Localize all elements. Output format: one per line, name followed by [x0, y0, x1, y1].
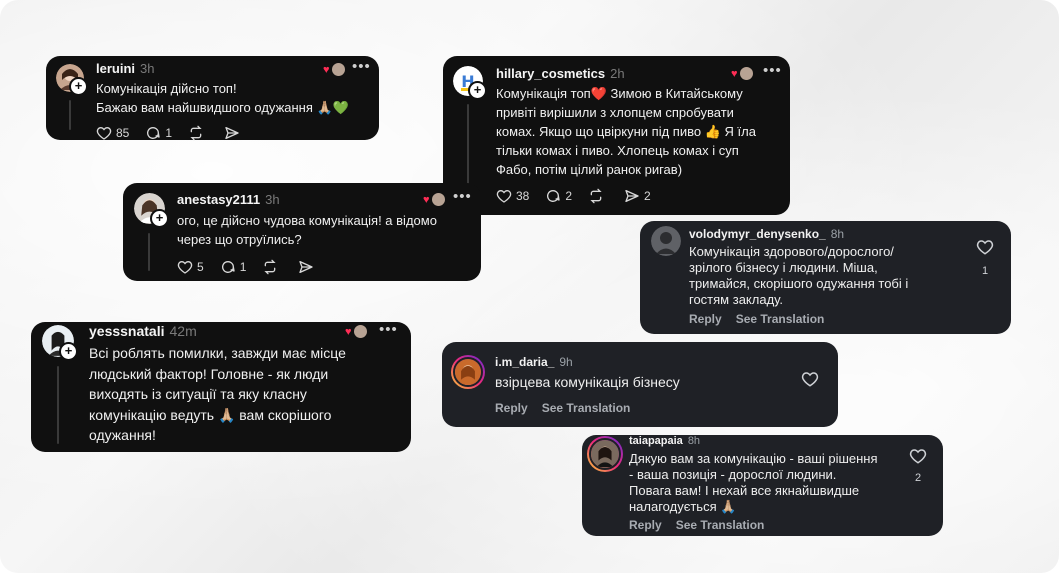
username[interactable]: taiapapaia 8h [629, 435, 700, 447]
avatar[interactable] [451, 355, 485, 389]
share-icon [625, 190, 639, 202]
avatar[interactable]: + [56, 64, 88, 96]
see-translation-link[interactable]: See Translation [542, 401, 631, 415]
share-button[interactable] [224, 125, 244, 141]
thread-card-anestasy2111: + anestasy2111 3h ♥ ••• ого, це дійсно чу… [123, 183, 481, 281]
comment-icon [221, 261, 235, 273]
repost-icon [190, 125, 202, 141]
heart-icon[interactable] [909, 447, 927, 465]
liked-by-avatars: ♥ [731, 66, 755, 81]
more-icon[interactable]: ••• [453, 189, 472, 204]
avatar[interactable]: + [42, 325, 78, 361]
like-button[interactable]: 85 [96, 125, 129, 141]
action-bar: 5 1 [177, 259, 334, 275]
like-button[interactable]: 5 [177, 259, 204, 275]
ig-comment-taiapapaia: taiapapaia 8h Дякую вам за комунікацію - … [582, 435, 943, 536]
plus-icon[interactable]: + [468, 81, 487, 100]
comment-icon [147, 127, 161, 139]
thread-card-hillary-cosmetics: H + hillary_cosmetics 2h ♥ ••• Комунікаці… [443, 56, 790, 215]
heart-icon [496, 189, 512, 203]
heart-icon[interactable] [976, 238, 994, 256]
plus-icon[interactable]: + [69, 77, 88, 96]
post-time: 42m [169, 323, 197, 339]
post-text: Комунікація топ❤️ Зимою в Китайському при… [496, 86, 756, 177]
thread-card-yesssnatali: + yesssnatali 42m ♥ ••• Всі роблять помил… [31, 322, 411, 452]
comment-time: 9h [559, 355, 573, 369]
ig-comment-volodymyr-denysenko: volodymyr_denysenko_ 8h Комунікація здоро… [640, 221, 1011, 334]
reply-link[interactable]: Reply [689, 312, 722, 326]
collage-background: + leruini 3h ♥ ••• Комунікація дійсно топ… [0, 0, 1059, 573]
comment-actions: Reply See Translation [689, 312, 838, 326]
liked-by-avatars: ♥ [423, 192, 447, 207]
comment-actions: Reply See Translation [495, 401, 644, 415]
share-button[interactable] [298, 259, 318, 275]
more-icon[interactable]: ••• [352, 59, 371, 74]
username[interactable]: volodymyr_denysenko_ 8h [689, 227, 844, 241]
username[interactable]: anestasy2111 3h [177, 192, 280, 207]
repost-button[interactable] [188, 125, 208, 141]
plus-icon[interactable]: + [150, 209, 169, 228]
like-count: 1 [981, 265, 989, 277]
comment-text: взірцева комунікація бізнесу [495, 374, 680, 390]
post-text: Комунікація дійсно топ! Бажаю вам найшвид… [96, 81, 349, 115]
comment-time: 8h [687, 435, 701, 447]
reply-button[interactable]: 1 [145, 125, 172, 141]
share-icon [299, 261, 314, 273]
share-button[interactable]: 2 [624, 188, 651, 204]
more-icon[interactable]: ••• [763, 63, 782, 78]
username[interactable]: yesssnatali 42m [89, 323, 197, 339]
like-button[interactable]: 38 [496, 188, 529, 204]
username[interactable]: i.m_daria_ 9h [495, 355, 573, 369]
like-count: 2 [914, 472, 922, 484]
thread-line [148, 233, 150, 271]
thread-line [57, 366, 59, 444]
repost-button[interactable] [588, 188, 608, 204]
action-bar: 38 2 2 [496, 188, 667, 204]
post-time: 2h [610, 66, 625, 81]
heart-icon [96, 126, 112, 140]
reply-button[interactable]: 1 [220, 259, 246, 275]
post-time: 3h [265, 192, 280, 207]
liked-by-avatars: ♥ [323, 62, 347, 77]
reply-button[interactable]: 2 [545, 188, 572, 204]
heart-icon [177, 260, 193, 274]
post-time: 3h [140, 61, 155, 76]
thread-line [69, 100, 71, 130]
post-text: ого, це дійсно чудова комунікація! а від… [177, 213, 437, 247]
avatar[interactable] [587, 436, 623, 472]
username[interactable]: leruini 3h [96, 61, 154, 76]
avatar[interactable] [651, 226, 681, 256]
comment-actions: Reply See Translation [629, 518, 778, 532]
avatar[interactable]: H + [453, 66, 487, 100]
reply-link[interactable]: Reply [629, 518, 662, 532]
action-bar: 85 1 [96, 125, 260, 141]
username[interactable]: hillary_cosmetics 2h [496, 66, 625, 81]
avatar[interactable]: + [134, 193, 169, 228]
more-icon[interactable]: ••• [379, 322, 398, 337]
repost-button[interactable] [262, 259, 282, 275]
reply-link[interactable]: Reply [495, 401, 528, 415]
plus-icon[interactable]: + [59, 342, 78, 361]
share-icon [225, 127, 239, 139]
see-translation-link[interactable]: See Translation [676, 518, 765, 532]
liked-by-avatars: ♥ [345, 324, 369, 339]
see-translation-link[interactable]: See Translation [736, 312, 825, 326]
post-text: Всі роблять помилки, завжди має місце люд… [89, 345, 346, 443]
comment-text: Комунікація здорового/дорослого/зрілого … [689, 244, 909, 307]
comment-icon [547, 190, 561, 202]
repost-icon [590, 188, 602, 204]
repost-icon [264, 259, 276, 275]
comment-text: Дякую вам за комунікацію - ваші рішення -… [629, 451, 878, 514]
thread-card-leruini: + leruini 3h ♥ ••• Комунікація дійсно топ… [46, 56, 379, 141]
heart-icon[interactable] [801, 370, 819, 388]
ig-comment-im-daria: i.m_daria_ 9h взірцева комунікація бізнес… [442, 342, 838, 427]
comment-time: 8h [830, 227, 845, 241]
